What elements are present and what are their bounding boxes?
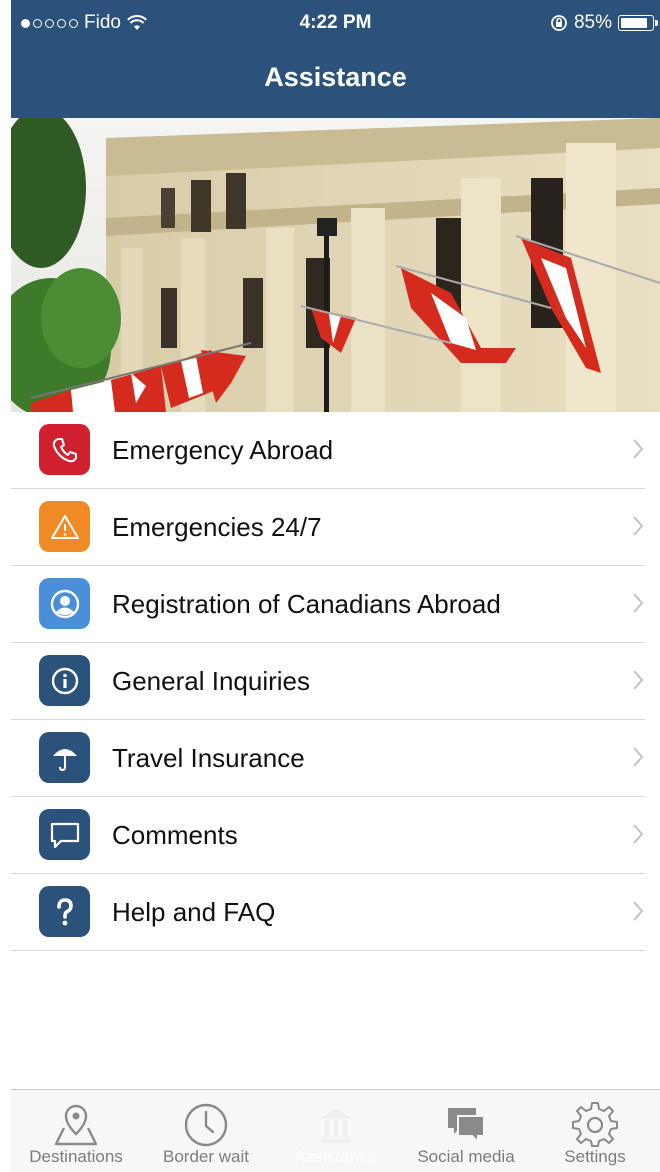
tab-label: Border wait [163, 1147, 249, 1166]
gear-icon [572, 1102, 618, 1147]
menu-item-label: Travel Insurance [112, 743, 305, 773]
rotation-lock-icon [551, 15, 567, 31]
tab-destinations[interactable]: Destinations [11, 1090, 141, 1172]
question-icon [39, 886, 90, 937]
menu-item-general-inquiries[interactable]: General Inquiries [11, 643, 660, 720]
menu-item-label: General Inquiries [112, 666, 310, 696]
tab-assistance[interactable]: Assistance [271, 1090, 401, 1172]
menu-item-emergencies-24-7[interactable]: Emergencies 24/7 [11, 489, 660, 566]
tab-settings[interactable]: Settings [530, 1090, 660, 1172]
comment-icon [39, 809, 90, 860]
tab-social-media[interactable]: Social media [401, 1090, 531, 1172]
assistance-menu: Emergency Abroad Emergencies 24/7 Regist… [11, 412, 660, 951]
menu-item-label: Comments [112, 820, 238, 850]
menu-item-label: Help and FAQ [112, 897, 276, 927]
hero-image [11, 118, 660, 412]
tab-label: Destinations [29, 1147, 123, 1166]
status-bar: Fido 4:22 PM 85% [11, 0, 660, 44]
tab-label: Settings [564, 1147, 626, 1166]
chat-icon [448, 1108, 485, 1145]
tab-bar: Destinations Border wait Assistance Soci… [11, 1089, 660, 1172]
tab-label: Social media [417, 1147, 515, 1166]
tab-border-wait[interactable]: Border wait [141, 1090, 271, 1172]
map-pin-icon [54, 1104, 98, 1146]
menu-item-help-faq[interactable]: Help and FAQ [11, 874, 660, 951]
chevron-right-icon [633, 824, 644, 844]
tab-label: Assistance [294, 1147, 378, 1166]
nav-bar: Fido 4:22 PM 85% Assistance [11, 0, 660, 118]
battery-icon [618, 15, 658, 31]
building-icon [321, 1108, 351, 1143]
menu-item-label: Registration of Canadians Abroad [112, 589, 501, 619]
chevron-right-icon [633, 670, 644, 690]
chevron-right-icon [633, 747, 644, 767]
chevron-right-icon [633, 593, 644, 613]
menu-item-comments[interactable]: Comments [11, 797, 660, 874]
battery-group: 85% [550, 12, 658, 34]
person-icon [39, 578, 90, 629]
app-screen: Fido 4:22 PM 85% Assistance Emergency Ab… [11, 0, 660, 1172]
building-flags-photo [11, 118, 660, 412]
menu-item-label: Emergency Abroad [112, 435, 334, 465]
umbrella-icon [39, 732, 90, 783]
info-icon [39, 655, 90, 706]
menu-item-label: Emergencies 24/7 [112, 512, 322, 542]
warning-icon [39, 501, 90, 552]
phone-icon [39, 424, 90, 475]
chevron-right-icon [633, 439, 644, 459]
chevron-right-icon [633, 516, 644, 536]
clock-icon [184, 1103, 228, 1147]
chevron-right-icon [633, 901, 644, 921]
page-title: Assistance [264, 62, 407, 92]
battery-percent: 85% [573, 12, 612, 33]
menu-item-emergency-abroad[interactable]: Emergency Abroad [11, 412, 660, 489]
menu-item-travel-insurance[interactable]: Travel Insurance [11, 720, 660, 797]
menu-item-registration[interactable]: Registration of Canadians Abroad [11, 566, 660, 643]
